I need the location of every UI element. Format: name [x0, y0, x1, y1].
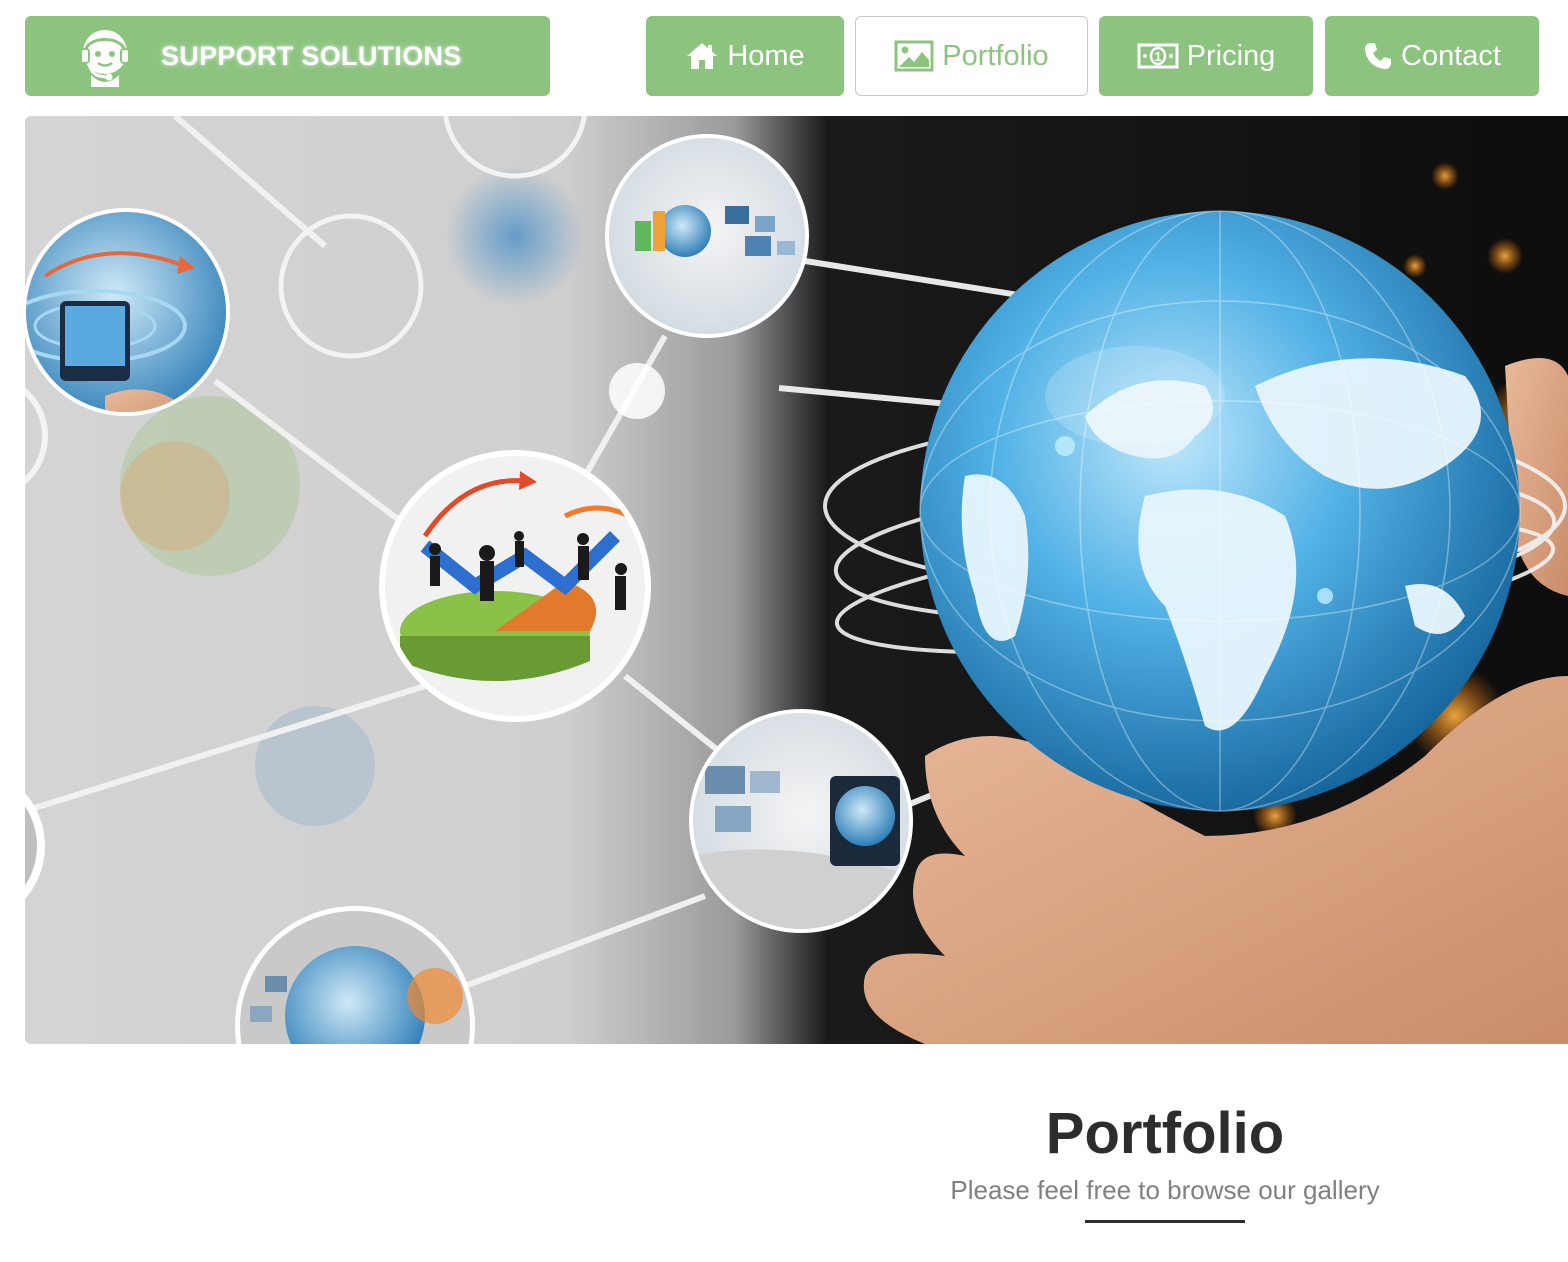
nav-portfolio-button[interactable]: Portfolio [855, 16, 1088, 96]
nav-home-button[interactable]: Home [646, 16, 844, 96]
nav-portfolio-label: Portfolio [942, 39, 1049, 72]
nav-pricing-button[interactable]: 1 Pricing [1099, 16, 1313, 96]
brand-name: SUPPORT SOLUTIONS [161, 40, 462, 71]
headset-support-icon [77, 25, 135, 87]
nav-home-label: Home [727, 39, 805, 72]
hero-banner-image [25, 116, 1568, 1044]
brand-logo-bar[interactable]: SUPPORT SOLUTIONS [25, 16, 550, 96]
section-subtitle: Please feel free to browse our gallery [950, 1175, 1380, 1205]
phone-icon [1363, 41, 1393, 71]
home-icon [685, 41, 719, 71]
section-divider [1085, 1220, 1245, 1223]
section-title: Portfolio [1045, 1101, 1285, 1166]
nav-contact-label: Contact [1401, 39, 1501, 72]
nav-contact-button[interactable]: Contact [1325, 16, 1539, 96]
svg-text:1: 1 [1154, 49, 1161, 64]
image-icon [894, 40, 934, 72]
money-icon: 1 [1137, 42, 1179, 70]
nav-pricing-label: Pricing [1186, 39, 1276, 72]
